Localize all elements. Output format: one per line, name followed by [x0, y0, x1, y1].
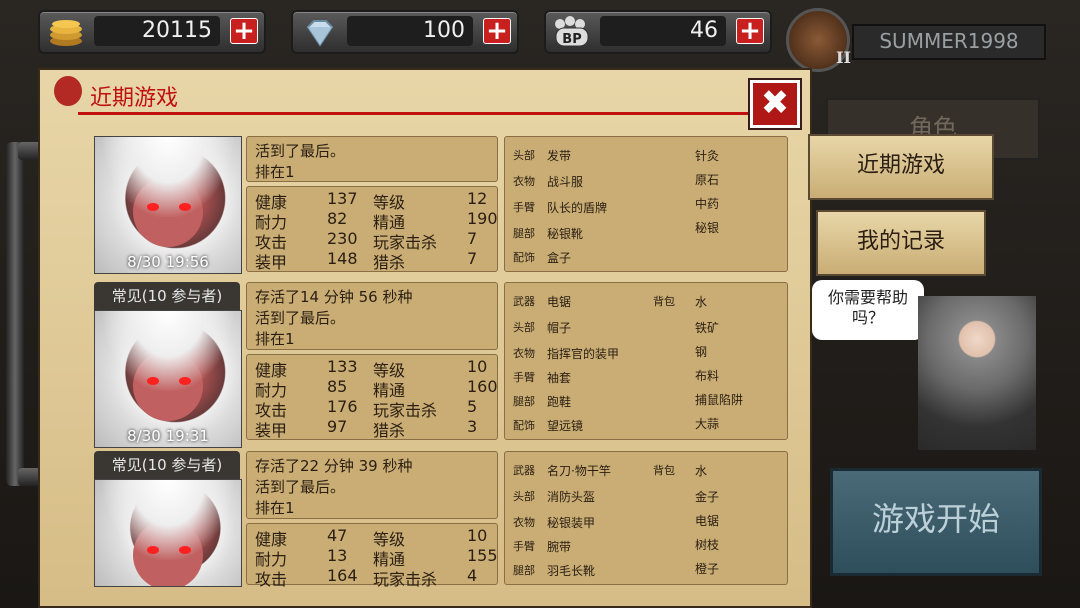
rank-badge: II [836, 48, 851, 67]
diamond-value: 100 [347, 16, 473, 46]
blood-splatter-icon [54, 76, 82, 106]
record-message: 存活了22 分钟 39 秒种 活到了最后。 排在1 [246, 451, 498, 519]
game-record[interactable]: 8/30 19:56 活到了最后。 排在1 健康 137 等级 12 耐力 82 精通 19… [94, 136, 824, 274]
character-portrait [94, 479, 242, 587]
panel-title: 近期游戏 [90, 86, 179, 111]
recent-games-panel: 近期游戏 ✖ 8/30 19:56 活到了最后。 排在1 健康 137 等级 12 耐… [38, 68, 812, 608]
record-message: 活到了最后。 排在1 [246, 136, 498, 182]
gold-value: 20115 [94, 16, 220, 46]
diamond-resource: 100 + [291, 10, 519, 54]
record-stats: 健康 47 等级 10 耐力 13 精通 155 攻击 164 玩家击杀 4 [246, 523, 498, 589]
bp-resource: BP 46 + [544, 10, 772, 54]
mode-tag: 常见(10 参与者) [94, 282, 240, 310]
title-divider [78, 112, 748, 115]
record-equipment: 头部 发带 针灸 衣物 战斗服 原石 手臂 队长的盾牌 中药 腿部 秘银靴 秘银 配饰 盒子 [504, 136, 788, 272]
start-game-button[interactable]: 游戏开始 [830, 468, 1042, 576]
top-bar: 20115 + 100 + BP 46 + SUMMER1998 II [0, 0, 1080, 72]
record-date: 8/30 19:31 [127, 427, 209, 445]
character-portrait: 8/30 19:31 [94, 310, 242, 448]
add-diamond-button[interactable]: + [483, 18, 511, 44]
tab-my-records[interactable]: 我的记录 [816, 210, 986, 276]
username[interactable]: SUMMER1998 [852, 24, 1046, 60]
svg-text:BP: BP [562, 32, 581, 47]
record-stats: 健康 133 等级 10 耐力 85 精通 160 攻击 176 玩家击杀 5 装甲 97 猎杀 3 [246, 354, 498, 440]
record-equipment: 武器 电锯 背包水 头部 帽子 铁矿 衣物 指挥官的装甲钢 手臂 袖套 布料 腿部 跑鞋 捕鼠陷阱… [504, 282, 788, 440]
record-date: 8/30 19:56 [127, 253, 209, 271]
tab-recent-games[interactable]: 近期游戏 [808, 134, 994, 200]
guide-character-icon[interactable] [918, 296, 1036, 450]
bp-value: 46 [600, 16, 726, 46]
record-message: 存活了14 分钟 56 秒种 活到了最后。 排在1 [246, 282, 498, 350]
game-record[interactable]: 常见(10 参与者) 8/30 19:31 存活了14 分钟 56 秒种 活到了… [94, 282, 824, 448]
coin-stack-icon [46, 16, 86, 48]
game-record[interactable]: 常见(10 参与者) 存活了22 分钟 39 秒种 活到了最后。 排在1 健康 4… [94, 451, 824, 608]
close-button[interactable]: ✖ [750, 80, 800, 128]
character-portrait: 8/30 19:56 [94, 136, 242, 274]
diamond-icon [299, 16, 339, 48]
add-gold-button[interactable]: + [230, 18, 258, 44]
gold-resource: 20115 + [38, 10, 266, 54]
mode-tag: 常见(10 参与者) [94, 451, 240, 479]
bp-paw-icon: BP [552, 16, 592, 48]
record-equipment: 武器 名刀·物干竿 背包水 头部 消防头盔 金子 衣物 秘银装甲 电锯 手臂 腕带 树枝 腿部羽… [504, 451, 788, 585]
add-bp-button[interactable]: + [736, 18, 764, 44]
record-stats: 健康 137 等级 12 耐力 82 精通 190 攻击 230 玩家击杀 7 装甲 148 猎杀 7 [246, 186, 498, 272]
help-bubble[interactable]: 你需要帮助 吗？ [812, 280, 924, 340]
